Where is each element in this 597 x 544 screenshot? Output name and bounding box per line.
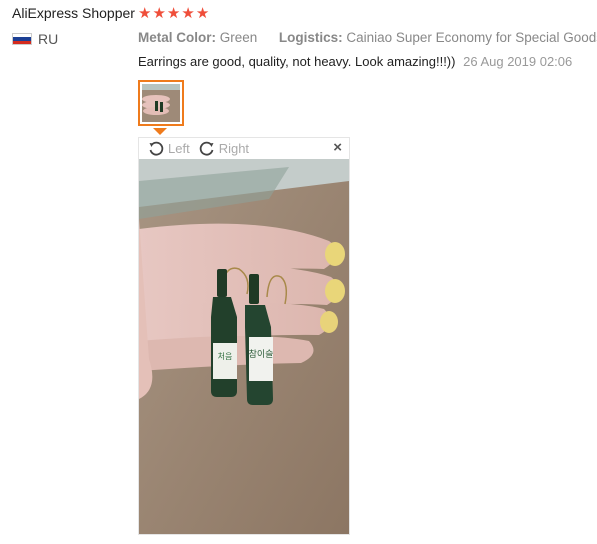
rotate-left-icon: [149, 141, 164, 156]
reviewer-name: AliExpress Shopper: [12, 5, 135, 21]
star-icon: ★: [195, 5, 210, 22]
star-icon: ★: [181, 5, 195, 22]
rotate-right-label: Right: [218, 141, 250, 156]
rotate-right-icon: [199, 141, 214, 156]
star-rating: ★ ★ ★ ★ ★: [138, 6, 209, 21]
product-attributes: Metal Color: Green Logistics: Cainiao Su…: [138, 30, 597, 45]
star-icon: ★: [166, 5, 181, 22]
russia-flag-icon: [12, 33, 32, 45]
reviewer-country: RU: [12, 31, 58, 47]
photo-viewer: Left Right × 처음 참이슬: [138, 137, 350, 535]
review-body: Earrings are good, quality, not heavy. L…: [138, 54, 572, 69]
star-icon: ★: [152, 5, 166, 22]
color-value: Green: [219, 30, 258, 45]
thumbnail-pointer: [153, 128, 167, 135]
logistics-label: Logistics:: [278, 30, 343, 45]
svg-text:참이슬: 참이슬: [249, 349, 274, 360]
color-label: Metal Color:: [138, 30, 217, 45]
logistics-value: Cainiao Super Economy for Special Goods: [346, 30, 597, 45]
viewer-toolbar: Left Right ×: [139, 138, 349, 159]
review-text: Earrings are good, quality, not heavy. L…: [138, 54, 456, 69]
review-date: 26 Aug 2019 02:06: [463, 54, 573, 69]
star-icon: ★: [138, 5, 152, 22]
rotate-left-button[interactable]: Left: [148, 141, 190, 157]
rotate-right-button[interactable]: Right: [199, 141, 249, 157]
review-photo: 처음 참이슬: [139, 159, 349, 534]
close-icon[interactable]: ×: [333, 139, 342, 156]
country-code: RU: [38, 31, 59, 47]
rotate-left-label: Left: [168, 141, 190, 156]
review-photo-thumbnail[interactable]: [138, 80, 184, 126]
svg-text:처음: 처음: [218, 352, 233, 361]
